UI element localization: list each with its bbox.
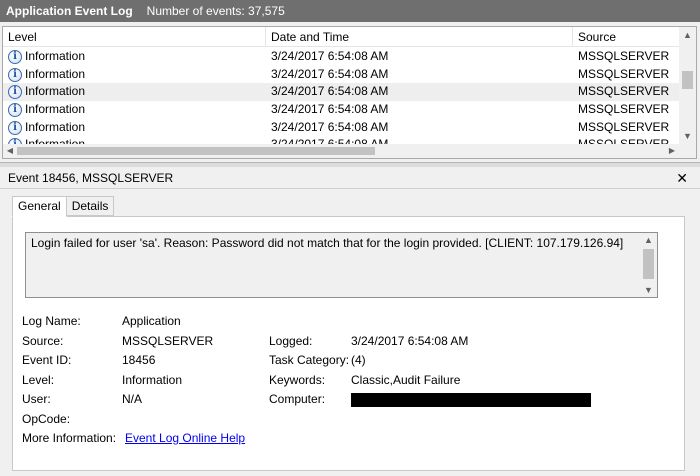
tab-details[interactable]: Details	[65, 196, 115, 216]
scroll-down-icon[interactable]: ▼	[679, 128, 696, 145]
column-header-date[interactable]: Date and Time	[266, 27, 573, 47]
information-icon: i	[8, 85, 22, 100]
information-icon: i	[8, 49, 22, 64]
tab-general[interactable]: General	[12, 196, 67, 217]
value-task-category: (4)	[351, 353, 366, 367]
level-cell: iInformation	[8, 101, 85, 119]
value-log-name: Application	[122, 314, 181, 328]
label-more-information: More Information:	[22, 431, 117, 445]
label-logged: Logged:	[269, 334, 313, 348]
information-icon: i	[8, 120, 22, 135]
date-cell: 3/24/2017 6:54:08 AM	[271, 49, 389, 63]
scroll-down-icon[interactable]: ▼	[640, 283, 657, 297]
label-source: Source:	[22, 334, 64, 348]
information-icon: i	[8, 67, 22, 82]
level-cell: iInformation	[8, 119, 85, 137]
value-source: MSSQLSERVER	[122, 334, 214, 348]
scroll-right-icon[interactable]: ▶	[665, 144, 679, 158]
event-count: Number of events: 37,575	[146, 4, 285, 18]
label-user: User:	[22, 392, 51, 406]
level-cell: iInformation	[8, 83, 85, 101]
event-detail-header: Event 18456, MSSQLSERVER ✕	[0, 167, 700, 189]
event-list[interactable]: Level Date and Time Source i Information 3…	[2, 26, 697, 159]
event-rows: i Information 3/24/2017 6:54:08 AM MSSQLSER…	[3, 48, 679, 148]
message-scrollbar[interactable]: ▲ ▼	[640, 233, 657, 297]
level-cell: iInformation	[8, 48, 85, 66]
source-cell: MSSQLSERVER	[578, 119, 670, 134]
level-text: Information	[25, 84, 86, 99]
label-log-name: Log Name:	[22, 314, 81, 328]
label-opcode: OpCode:	[22, 412, 71, 426]
level-text: Information	[25, 66, 86, 81]
source-cell: MSSQLSERVER	[578, 102, 670, 117]
value-keywords: Classic,Audit Failure	[351, 373, 461, 387]
list-vertical-scrollbar[interactable]: ▲ ▼	[679, 27, 696, 145]
event-row[interactable]: iInformation 3/24/2017 6:54:08 AM MSSQLSER…	[3, 83, 679, 102]
event-row[interactable]: iInformation 3/24/2017 6:54:08 AM MSSQLSER…	[3, 66, 679, 84]
scrollbar-thumb[interactable]	[17, 147, 375, 155]
label-keywords: Keywords:	[269, 373, 326, 387]
event-log-online-help-link[interactable]: Event Log Online Help	[125, 431, 245, 445]
source-cell: MSSQLSERVER	[578, 49, 670, 63]
label-computer: Computer:	[269, 392, 326, 406]
list-horizontal-scrollbar[interactable]: ◀ ▶	[3, 144, 679, 158]
label-level: Level:	[22, 373, 55, 387]
scroll-left-icon[interactable]: ◀	[3, 144, 17, 158]
scroll-up-icon[interactable]: ▲	[640, 233, 657, 247]
event-row[interactable]: iInformation 3/24/2017 6:54:08 AM MSSQLSER…	[3, 101, 679, 119]
window-titlebar: Application Event Log Number of events: …	[0, 0, 700, 22]
scrollbar-thumb[interactable]	[643, 249, 654, 279]
column-header-source[interactable]: Source	[573, 27, 679, 47]
list-header: Level Date and Time Source	[3, 27, 679, 47]
value-logged: 3/24/2017 6:54:08 AM	[351, 334, 469, 348]
value-user: N/A	[122, 392, 143, 406]
scrollbar-thumb[interactable]	[682, 71, 693, 89]
date-cell: 3/24/2017 6:54:08 AM	[271, 102, 389, 117]
event-message-box[interactable]: Login failed for user 'sa'. Reason: Pass…	[25, 232, 658, 298]
computer-name-redacted	[351, 393, 591, 407]
column-header-level[interactable]: Level	[3, 27, 266, 47]
detail-tabs: General Details	[12, 196, 115, 217]
level-text: Information	[25, 102, 86, 117]
level-text: Information	[25, 119, 86, 134]
event-message: Login failed for user 'sa'. Reason: Pass…	[31, 236, 624, 250]
date-cell: 3/24/2017 6:54:08 AM	[271, 84, 389, 99]
event-detail-title: Event 18456, MSSQLSERVER	[8, 171, 174, 185]
scroll-corner	[679, 144, 696, 158]
date-cell: 3/24/2017 6:54:08 AM	[271, 119, 389, 134]
scroll-up-icon[interactable]: ▲	[679, 27, 696, 44]
source-cell: MSSQLSERVER	[578, 66, 670, 81]
value-event-id: 18456	[122, 353, 156, 367]
information-icon: i	[8, 102, 22, 117]
general-tab-panel: Login failed for user 'sa'. Reason: Pass…	[12, 216, 685, 471]
label-task-category: Task Category:	[269, 353, 350, 367]
event-row[interactable]: iInformation 3/24/2017 6:54:08 AM MSSQLSER…	[3, 119, 679, 137]
event-row[interactable]: iInformation 3/24/2017 6:54:08 AM MSSQLSER…	[3, 48, 679, 66]
close-icon[interactable]: ✕	[676, 167, 688, 189]
value-level: Information	[122, 373, 183, 387]
label-event-id: Event ID:	[22, 353, 72, 367]
source-cell: MSSQLSERVER	[578, 84, 670, 99]
date-cell: 3/24/2017 6:54:08 AM	[271, 66, 389, 81]
level-cell: iInformation	[8, 66, 85, 84]
window-title: Application Event Log	[6, 4, 133, 18]
level-text: Information	[25, 49, 86, 63]
